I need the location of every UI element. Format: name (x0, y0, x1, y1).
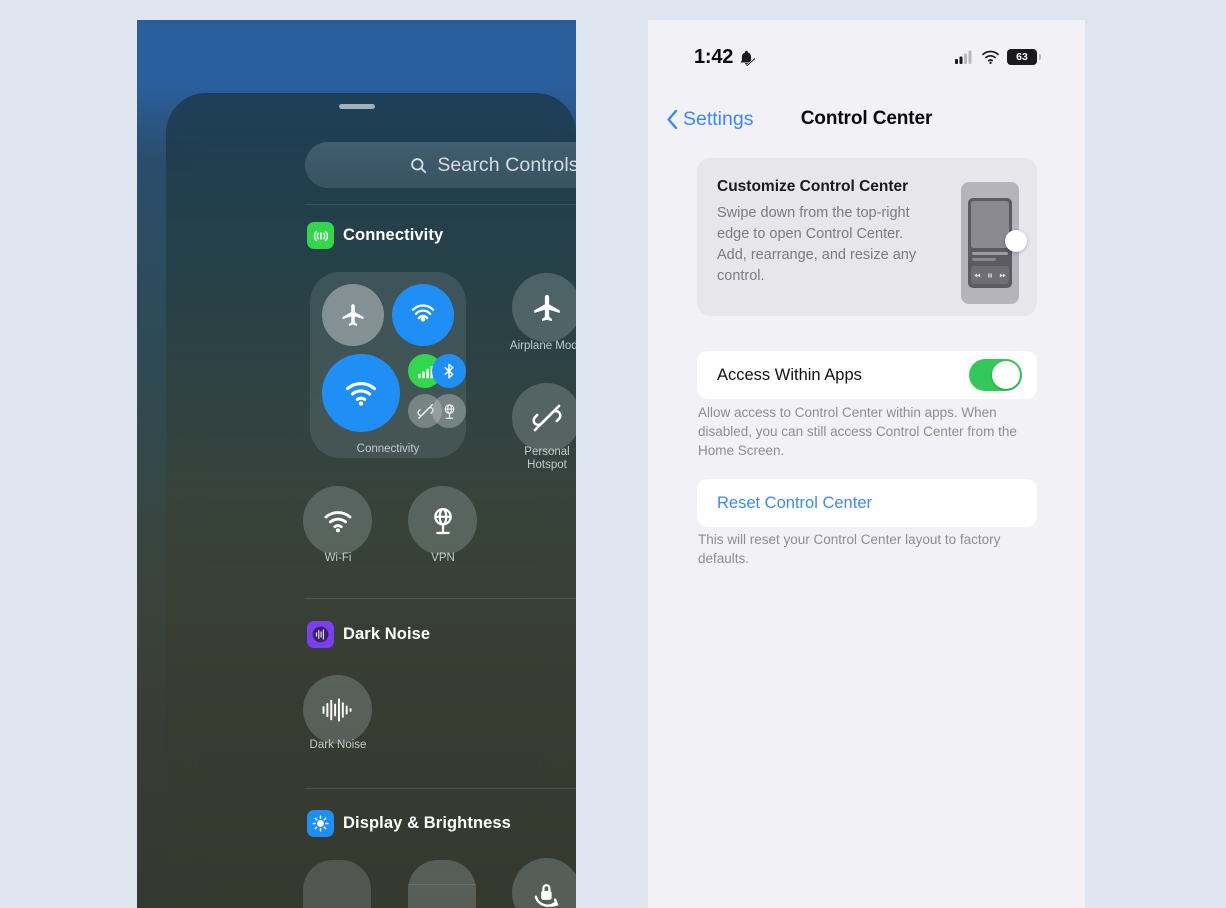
group-header-connectivity: Connectivity (307, 222, 443, 249)
bluetooth-icon (444, 363, 454, 379)
tile-wifi[interactable] (303, 486, 372, 555)
sheet-grabber[interactable] (338, 104, 375, 109)
tile-volume-slider[interactable] (408, 860, 476, 908)
divider-top (305, 204, 576, 205)
phone-illustration-line-2 (972, 258, 996, 261)
drag-handle-cursor (1005, 230, 1027, 252)
battery-cap (1038, 54, 1041, 60)
page-title: Control Center (800, 108, 933, 129)
sub-tile-airdrop[interactable] (392, 284, 454, 346)
customize-description: Swipe down from the top-right edge to op… (717, 205, 917, 284)
group-label-display-brightness: Display & Brightness (343, 814, 511, 832)
slider-tick (408, 884, 476, 885)
connectivity-icon (307, 222, 334, 249)
vpn-globe-icon (444, 403, 454, 419)
waveform-icon (322, 697, 351, 722)
hotspot-label-line2: Hotspot (527, 459, 567, 471)
phone-illustration-line-1 (972, 252, 1008, 255)
bell-slash-icon (738, 49, 756, 66)
tile-label-airplane-mode: Airplane Mode (509, 340, 576, 352)
dark-noise-app-icon (307, 621, 334, 648)
divider-darknoise-display (305, 788, 576, 789)
access-within-apps-label: Access Within Apps (717, 365, 862, 384)
group-header-dark-noise: Dark Noise (307, 621, 430, 648)
hotspot-label-line1: Personal (524, 446, 570, 458)
control-center-screen: Search Controls Connectivity Connectivit… (137, 20, 576, 908)
status-bar: 1:42 63 (648, 20, 1085, 80)
sub-tile-bluetooth[interactable] (432, 354, 466, 388)
wifi-icon (324, 510, 351, 532)
tile-personal-hotspot[interactable] (512, 383, 576, 452)
airplane-icon (342, 304, 364, 326)
reset-control-center-row[interactable]: Reset Control Center (697, 479, 1037, 527)
wifi-icon (345, 381, 377, 406)
forward-icon (999, 272, 1006, 278)
signal-bars-icon (955, 50, 974, 64)
tile-vpn[interactable] (408, 486, 477, 555)
group-label-dark-noise: Dark Noise (343, 625, 431, 643)
tile-brightness-slider[interactable] (303, 860, 371, 908)
pause-icon (988, 273, 992, 277)
reset-control-center-label: Reset Control Center (717, 493, 872, 512)
battery-indicator: 63 (1007, 49, 1041, 65)
customize-control-center-card: Customize Control Center Swipe down from… (697, 158, 1037, 316)
access-within-apps-row[interactable]: Access Within Apps (697, 351, 1037, 399)
search-icon (409, 156, 428, 175)
sub-tile-airplane-mode[interactable] (322, 284, 384, 346)
search-placeholder: Search Controls (437, 153, 576, 176)
phone-illustration-preview (971, 201, 1009, 248)
group-label-connectivity: Connectivity (343, 226, 444, 244)
sub-tile-wifi[interactable] (322, 354, 400, 432)
tile-airplane-mode[interactable] (512, 273, 576, 342)
tile-label-personal-hotspot: Personal Hotspot (492, 446, 576, 472)
hotspot-off-icon (531, 404, 562, 431)
settings-screen: 1:42 63 Settings Control Center Customiz… (648, 20, 1085, 908)
tile-label-vpn: VPN (431, 552, 455, 564)
divider-connectivity-darknoise (305, 598, 576, 599)
phone-illustration (961, 182, 1027, 304)
reset-control-center-footnote: This will reset your Control Center layo… (698, 532, 1001, 566)
nav-bar: Settings Control Center (648, 96, 1085, 142)
tile-label-wifi: Wi-Fi (324, 552, 352, 564)
brightness-icon (307, 810, 334, 837)
phone-illustration-media-controls (971, 266, 1009, 284)
tile-label-connectivity: Connectivity (356, 443, 420, 455)
access-within-apps-toggle[interactable] (969, 359, 1022, 391)
group-header-display-brightness: Display & Brightness (307, 810, 511, 837)
screenshot-stage: Search Controls Connectivity Connectivit… (0, 0, 1226, 908)
airdrop-icon (411, 304, 435, 322)
access-within-apps-footnote: Allow access to Control Center within ap… (698, 405, 1017, 458)
vpn-globe-icon (433, 507, 452, 534)
status-time: 1:42 (694, 45, 734, 68)
waveform-icon (312, 626, 329, 643)
sub-tile-vpn[interactable] (432, 394, 466, 428)
tile-connectivity-group[interactable] (310, 272, 466, 458)
tile-dark-noise[interactable] (303, 675, 372, 744)
rewind-icon (974, 272, 981, 278)
status-bar-right: 63 (955, 49, 1041, 65)
toggle-knob (992, 361, 1020, 389)
search-controls-field[interactable]: Search Controls (305, 142, 576, 188)
control-center-sheet (166, 93, 576, 908)
tile-label-dark-noise: Dark Noise (309, 739, 367, 751)
wifi-icon (981, 50, 1000, 65)
airplane-icon (533, 294, 560, 321)
battery-level: 63 (1016, 51, 1028, 63)
rotation-lock-icon (534, 883, 558, 907)
status-bar-left: 1:42 (694, 45, 756, 69)
